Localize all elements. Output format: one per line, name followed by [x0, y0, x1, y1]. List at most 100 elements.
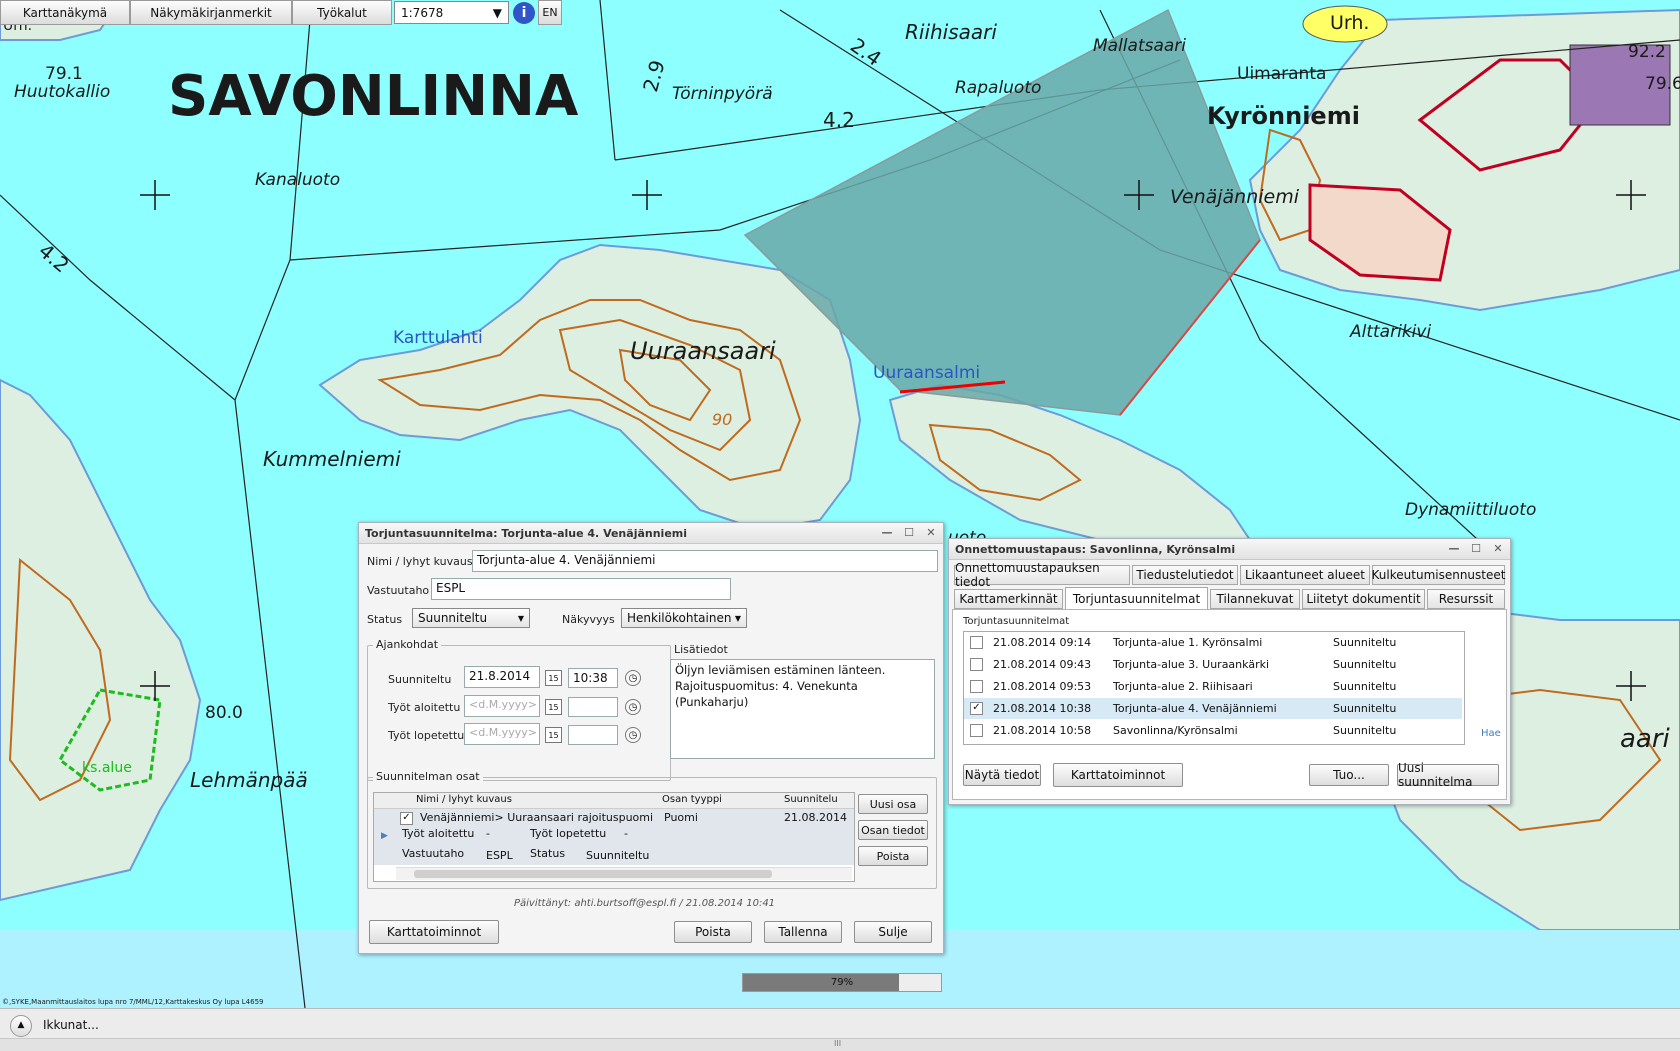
calendar-icon[interactable]: 15: [545, 699, 562, 715]
name-label: Nimi / lyhyt kuvaus: [367, 555, 473, 568]
window-title: Onnettomuustapaus: Savonlinna, Kyrönsalm…: [955, 542, 1236, 556]
height-label: 92.2: [1628, 42, 1666, 62]
place-label: Kummelniemi: [263, 447, 401, 471]
minimize-icon[interactable]: —: [881, 526, 893, 539]
splitter[interactable]: III: [0, 1038, 1680, 1051]
area-label: ks.alue: [82, 760, 132, 776]
close-icon[interactable]: ✕: [1492, 542, 1504, 555]
responsible-field[interactable]: ESPL: [431, 578, 731, 600]
new-part-button[interactable]: Uusi osa: [858, 794, 928, 814]
map-operations-button[interactable]: Karttatoiminnot: [369, 920, 499, 944]
row-checkbox[interactable]: [970, 724, 983, 737]
row-name: Torjunta-alue 2. Riihisaari: [1113, 680, 1253, 693]
chevron-down-icon: ▼: [734, 613, 741, 623]
grip-icon: III: [834, 1039, 842, 1048]
list-item[interactable]: 21.08.2014 09:43 Torjunta-alue 3. Uuraan…: [964, 654, 1462, 675]
delete-part-button[interactable]: Poista: [858, 846, 928, 866]
window-title: Torjuntasuunnitelma: Torjunta-alue 4. Ve…: [365, 526, 688, 540]
expand-icon[interactable]: ▶: [381, 831, 388, 841]
calendar-icon[interactable]: 15: [545, 727, 562, 743]
column-header[interactable]: Suunnitelu: [784, 794, 838, 805]
windows-menu[interactable]: Ikkunat...: [43, 1018, 99, 1032]
place-label: Mallatsaari: [1093, 36, 1187, 56]
tab-polluted-areas[interactable]: Likaantuneet alueet: [1240, 565, 1370, 585]
save-button[interactable]: Tallenna: [764, 921, 842, 943]
part-details-button[interactable]: Osan tiedot: [858, 820, 928, 840]
name-field[interactable]: Torjunta-alue 4. Venäjänniemi: [472, 550, 938, 572]
horizontal-scrollbar[interactable]: [396, 867, 852, 880]
started-time-field[interactable]: [568, 697, 618, 717]
menu-tools[interactable]: Työkalut: [292, 0, 392, 25]
list-item[interactable]: 21.08.2014 10:58 Savonlinna/Kyrönsalmi S…: [964, 720, 1462, 741]
row-checkbox[interactable]: [970, 636, 983, 649]
tab-incident-info[interactable]: Onnettomuustapauksen tiedot: [954, 561, 1130, 589]
scale-value: 1:7678: [401, 5, 444, 20]
tab-drift-forecasts[interactable]: Kulkeutumisennusteet: [1372, 565, 1505, 585]
show-details-button[interactable]: Näytä tiedot: [963, 764, 1041, 786]
maximize-icon[interactable]: ☐: [903, 526, 915, 539]
menu-map-view[interactable]: Karttanäkymä: [0, 0, 130, 25]
started-date-field[interactable]: <d.M.yyyy>: [464, 695, 540, 717]
place-label: Uuraansaari: [630, 337, 776, 365]
incident-window-titlebar[interactable]: Onnettomuustapaus: Savonlinna, Kyrönsalm…: [949, 539, 1510, 560]
part-name: Venäjänniemi> Uuraansaari rajoituspuomi: [420, 811, 654, 824]
delete-button[interactable]: Poista: [674, 921, 752, 943]
list-label: Torjuntasuunnitelmat: [963, 616, 1070, 627]
search-link[interactable]: Hae: [1481, 728, 1501, 739]
row-checkbox[interactable]: [970, 658, 983, 671]
ended-label: Työt lopetettu: [388, 729, 465, 742]
import-button[interactable]: Tuo...: [1309, 764, 1389, 786]
chevron-down-icon: ▼: [517, 613, 524, 623]
new-plan-button[interactable]: Uusi suunnitelma: [1397, 761, 1499, 789]
maximize-icon[interactable]: ☐: [1470, 542, 1482, 555]
close-icon[interactable]: ✕: [925, 526, 937, 539]
place-label: Riihisaari: [905, 20, 997, 44]
scale-select[interactable]: 1:7678 ▼: [394, 1, 509, 24]
table-row[interactable]: ▶ ✓ Venäjänniemi> Uuraansaari rajoituspu…: [374, 809, 854, 865]
times-group-title: Ajankohdat: [373, 638, 442, 651]
plan-window: Torjuntasuunnitelma: Torjunta-alue 4. Ve…: [358, 522, 944, 954]
detail-value: -: [624, 827, 628, 840]
tab-resources[interactable]: Resurssit: [1427, 589, 1505, 609]
extra-info-label: Lisätiedot: [674, 643, 728, 656]
tab-response-plans[interactable]: Torjuntasuunnitelmat: [1065, 587, 1208, 610]
detail-label: Vastuutaho: [402, 847, 465, 860]
column-header[interactable]: Osan tyyppi: [662, 794, 722, 805]
list-item[interactable]: 21.08.2014 09:53 Torjunta-alue 2. Riihis…: [964, 676, 1462, 697]
plan-window-titlebar[interactable]: Torjuntasuunnitelma: Torjunta-alue 4. Ve…: [359, 523, 943, 544]
row-checkbox[interactable]: ✓: [970, 702, 983, 715]
ended-time-field[interactable]: [568, 725, 618, 745]
language-button[interactable]: EN: [538, 0, 562, 25]
status-value: Suunniteltu: [418, 611, 488, 625]
tab-map-markings[interactable]: Karttamerkinnät: [954, 589, 1063, 609]
visibility-select[interactable]: Henkilökohtainen ▼: [621, 608, 747, 628]
minimize-icon[interactable]: —: [1448, 542, 1460, 555]
row-date: 21.08.2014 10:38: [993, 702, 1092, 715]
planned-time-field[interactable]: 10:38: [568, 668, 618, 688]
list-item[interactable]: ✓ 21.08.2014 10:38 Torjunta-alue 4. Venä…: [964, 698, 1462, 719]
row-checkbox[interactable]: ✓: [400, 812, 413, 825]
extra-info-textarea[interactable]: Öljyn leviämisen estäminen länteen. Rajo…: [670, 659, 935, 759]
close-button[interactable]: Sulje: [854, 921, 932, 943]
scrollbar-thumb[interactable]: [414, 870, 772, 878]
menu-view-bookmarks[interactable]: Näkymäkirjanmerkit: [130, 0, 292, 25]
calendar-icon[interactable]: 15: [545, 670, 562, 686]
row-checkbox[interactable]: [970, 680, 983, 693]
clock-icon[interactable]: ◷: [625, 699, 641, 715]
clock-icon[interactable]: ◷: [625, 670, 641, 686]
clock-icon[interactable]: ◷: [625, 727, 641, 743]
map-operations-button[interactable]: Karttatoiminnot: [1053, 763, 1183, 787]
status-select[interactable]: Suunniteltu ▼: [412, 608, 530, 628]
list-item[interactable]: 21.08.2014 09:14 Torjunta-alue 1. Kyröns…: [964, 632, 1462, 653]
info-icon[interactable]: i: [513, 2, 535, 24]
column-header[interactable]: Nimi / lyhyt kuvaus: [416, 794, 512, 805]
tab-intelligence[interactable]: Tiedustelutiedot: [1132, 565, 1238, 585]
chevron-up-icon[interactable]: ▲: [10, 1015, 32, 1037]
planned-date-field[interactable]: 21.8.2014: [464, 666, 540, 688]
place-label: Uuraansalmi: [873, 363, 981, 383]
place-label: Lehmänpää: [190, 768, 308, 792]
tab-situation-pictures[interactable]: Tilannekuvat: [1210, 589, 1300, 609]
ended-date-field[interactable]: <d.M.yyyy>: [464, 723, 540, 745]
row-status: Suunniteltu: [1333, 658, 1397, 671]
tab-attached-documents[interactable]: Liitetyt dokumentit: [1302, 589, 1425, 609]
